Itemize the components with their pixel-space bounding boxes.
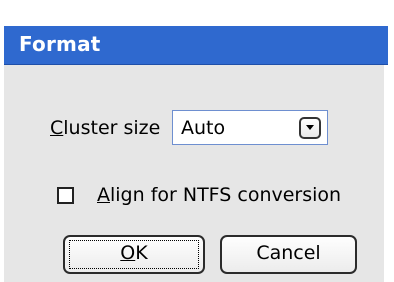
- ok-button[interactable]: OK: [63, 235, 205, 274]
- align-ntfs-label-mnemonic: A: [97, 184, 110, 206]
- cluster-size-label-mnemonic: C: [50, 117, 64, 139]
- cancel-button[interactable]: Cancel: [220, 235, 357, 274]
- align-ntfs-label-text: lign for NTFS conversion: [110, 184, 342, 206]
- cancel-button-label: Cancel: [256, 242, 321, 264]
- cluster-size-dropdown[interactable]: Auto: [172, 110, 328, 145]
- format-dialog: Format Cluster size Auto Align for NTFS …: [0, 0, 394, 282]
- dialog-title: Format: [19, 32, 101, 56]
- align-ntfs-label[interactable]: Align for NTFS conversion: [97, 184, 341, 206]
- chevron-down-icon[interactable]: [299, 117, 321, 139]
- title-bar: Format: [4, 26, 388, 65]
- focus-rectangle: [69, 240, 199, 269]
- cluster-size-value: Auto: [181, 117, 226, 139]
- cluster-size-label-text: luster size: [63, 117, 161, 139]
- cluster-size-label: Cluster size: [50, 117, 160, 139]
- align-ntfs-checkbox[interactable]: [57, 187, 74, 204]
